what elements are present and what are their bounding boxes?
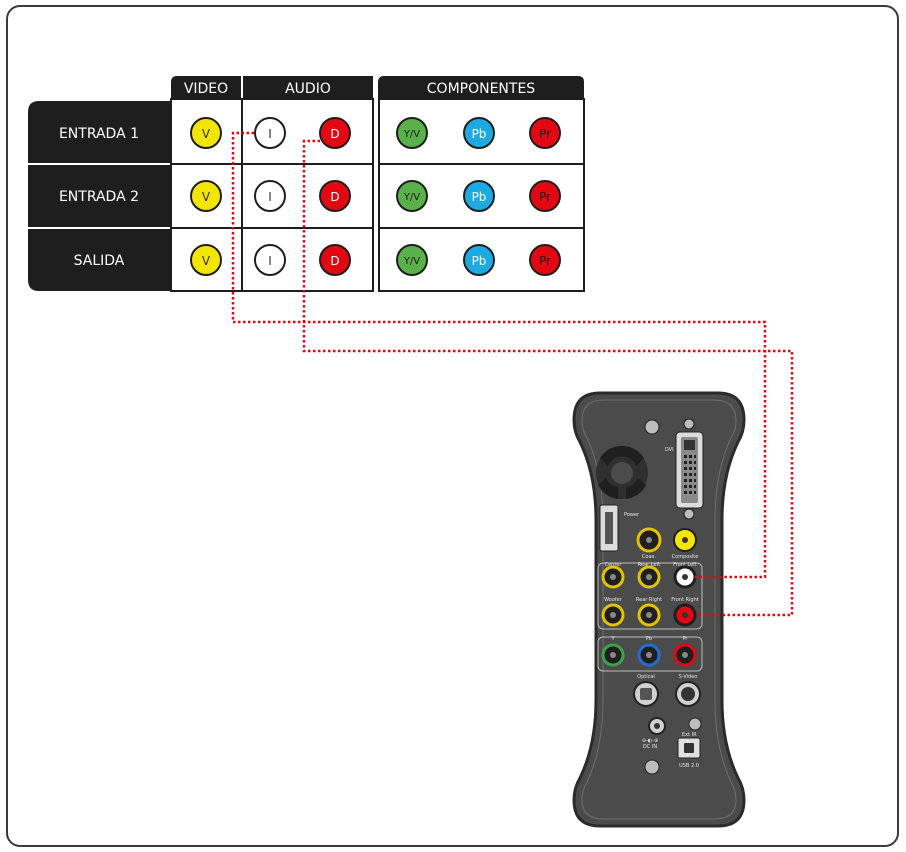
connection-diagram: VIDEO AUDIO COMPONENTES ENTRADA 1 ENTRAD…: [28, 76, 794, 828]
media-player-device: DVI Power Coax. Composite Center Rear Le…: [572, 391, 746, 828]
front-right-label: Front Right: [671, 597, 698, 603]
rear-right-label: Rear Right: [636, 597, 662, 603]
connector-label: Y/V: [403, 192, 420, 203]
power-label: Power: [624, 512, 640, 518]
coax-label: Coax.: [642, 554, 657, 560]
connector-label: Y/V: [403, 129, 420, 140]
jack-pin: [646, 652, 652, 658]
connector-label: D: [330, 190, 339, 204]
connector-label: Pb: [472, 190, 487, 204]
jack-pin: [610, 652, 616, 658]
optical-port-slot: [640, 688, 652, 700]
power-switch-rocker: [605, 512, 613, 544]
connector-label: I: [268, 190, 272, 204]
usb-label: USB 2.0: [679, 763, 699, 769]
connection-table: VIDEO AUDIO COMPONENTES ENTRADA 1 ENTRAD…: [28, 76, 585, 292]
jack-pin: [610, 574, 616, 580]
jack-pin: [646, 537, 652, 543]
dc-in-label: DC IN: [643, 744, 657, 750]
screw-icon: [644, 419, 660, 435]
pb-label: Pb: [646, 636, 652, 642]
composite-label: Composite: [672, 554, 699, 560]
header-components: COMPONENTES: [427, 81, 536, 97]
woofer-label: Woofer: [604, 597, 623, 603]
dvi-port-icon: [675, 418, 704, 520]
screw-icon: [644, 759, 660, 775]
usb-port-socket: [684, 743, 694, 753]
connector-label: I: [268, 254, 272, 268]
connector-label: V: [202, 127, 211, 141]
fan-vent-icon: [596, 445, 648, 499]
connector-label: Pb: [472, 127, 487, 141]
jack-pin: [682, 537, 688, 543]
ext-ir-port-icon: [688, 717, 702, 731]
svideo-label: S-Video: [679, 674, 698, 680]
jack-pin: [682, 652, 688, 658]
ext-ir-label: Ext IR: [682, 732, 697, 738]
jack-pin: [646, 574, 652, 580]
connector-label: D: [330, 127, 339, 141]
row-label-salida: SALIDA: [74, 253, 125, 269]
connector-label: Y/V: [403, 256, 420, 267]
connector-label: Pr: [539, 190, 551, 204]
header-audio: AUDIO: [285, 81, 331, 97]
connector-label: V: [202, 190, 211, 204]
jack-pin: [610, 612, 616, 618]
connector-label: I: [268, 127, 272, 141]
row-label-entrada-1: ENTRADA 1: [59, 126, 139, 142]
connector-label: Pb: [472, 254, 487, 268]
optical-label: Optical: [637, 674, 655, 680]
connector-label: D: [330, 254, 339, 268]
jack-pin: [682, 574, 688, 580]
connector-label: Pr: [539, 254, 551, 268]
svideo-port-socket: [681, 687, 695, 701]
jack-pin: [682, 612, 688, 618]
connector-label: V: [202, 254, 211, 268]
header-video: VIDEO: [184, 81, 228, 97]
jack-pin: [646, 612, 652, 618]
dvi-label: DVI: [665, 447, 674, 453]
dc-in-pin: [654, 723, 660, 729]
row-label-entrada-2: ENTRADA 2: [59, 189, 139, 205]
connector-label: Pr: [539, 127, 551, 141]
